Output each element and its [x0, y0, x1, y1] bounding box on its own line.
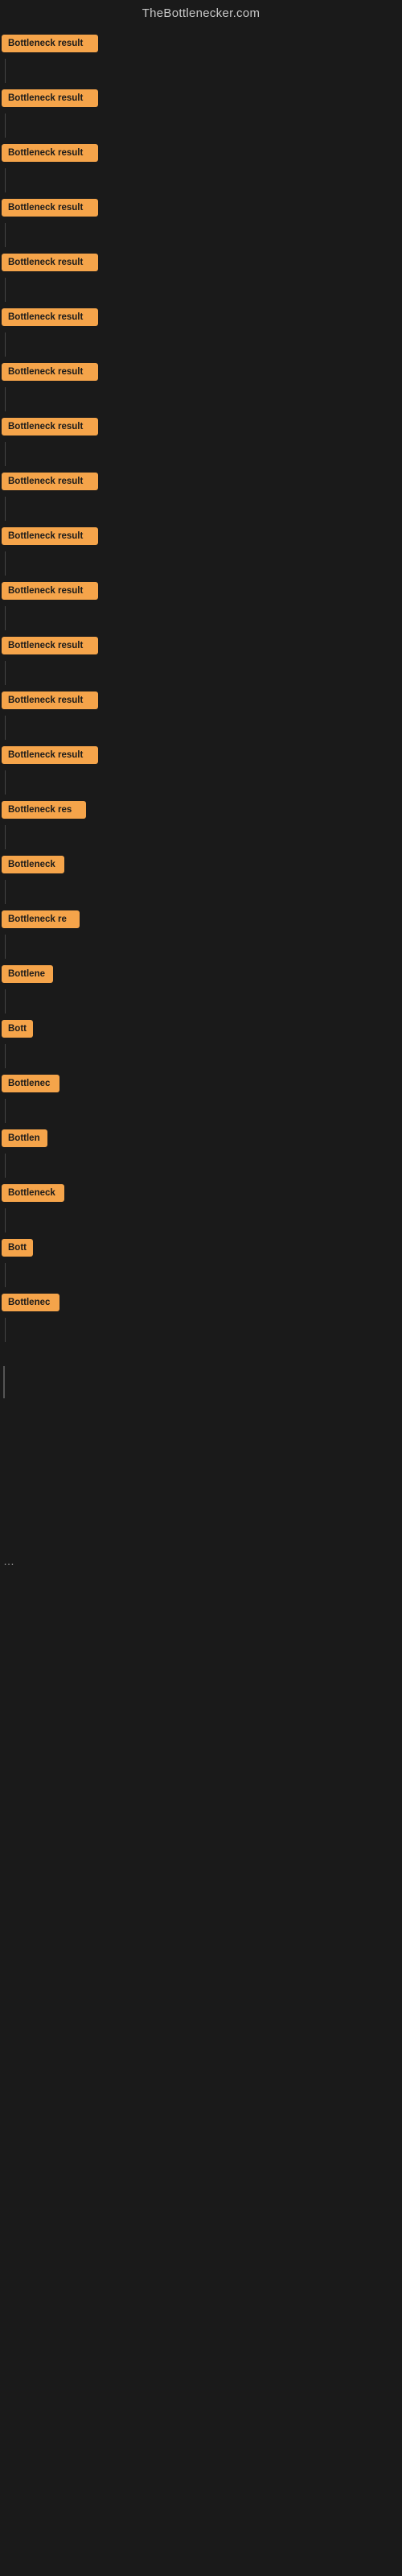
- bottleneck-row: Bottlene: [2, 960, 402, 988]
- bottleneck-badge[interactable]: Bottleneck result: [2, 254, 98, 271]
- bottleneck-row: Bottleneck result: [2, 85, 402, 112]
- bottleneck-badge[interactable]: Bottleneck: [2, 856, 64, 873]
- vertical-indicator: [3, 1366, 5, 1398]
- bottleneck-badge[interactable]: Bottleneck result: [2, 144, 98, 162]
- bottleneck-badge[interactable]: Bottlenec: [2, 1075, 59, 1092]
- bottleneck-row: Bottlenec: [2, 1070, 402, 1097]
- bottleneck-badge[interactable]: Bottleneck result: [2, 473, 98, 490]
- bottleneck-row: Bottleneck result: [2, 632, 402, 659]
- bottleneck-badge[interactable]: Bott: [2, 1020, 33, 1038]
- bottleneck-badge[interactable]: Bottlenec: [2, 1294, 59, 1311]
- bottleneck-row: Bottleneck result: [2, 687, 402, 714]
- bottleneck-row: Bottleneck: [2, 851, 402, 878]
- bottleneck-badge[interactable]: Bottleneck result: [2, 746, 98, 764]
- bottleneck-badge[interactable]: Bottleneck result: [2, 199, 98, 217]
- bottleneck-row: Bottleneck result: [2, 194, 402, 221]
- bottleneck-row: Bottlenec: [2, 1289, 402, 1316]
- bottleneck-badge[interactable]: Bottleneck result: [2, 363, 98, 381]
- bottleneck-badge[interactable]: Bottleneck res: [2, 801, 86, 819]
- ellipsis-marker: …: [0, 1551, 402, 1571]
- bottleneck-row: Bottleneck res: [2, 796, 402, 824]
- bottleneck-badge[interactable]: Bottlene: [2, 965, 53, 983]
- bottleneck-badge[interactable]: Bottleneck result: [2, 308, 98, 326]
- bottleneck-badge[interactable]: Bottleneck result: [2, 527, 98, 545]
- bottleneck-row: Bottleneck: [2, 1179, 402, 1207]
- bottleneck-row: Bottlen: [2, 1125, 402, 1152]
- site-title: TheBottlenecker.com: [142, 6, 260, 20]
- ellipsis-text: …: [3, 1554, 14, 1567]
- bottleneck-row: Bott: [2, 1015, 402, 1042]
- bottleneck-row: Bottleneck result: [2, 741, 402, 769]
- bottleneck-list: Bottleneck result Bottleneck result Bott…: [0, 30, 402, 1342]
- bottleneck-row: Bottleneck result: [2, 522, 402, 550]
- bottleneck-badge[interactable]: Bottleneck result: [2, 582, 98, 600]
- bottleneck-badge[interactable]: Bottleneck: [2, 1184, 64, 1202]
- bottleneck-row: Bottleneck result: [2, 30, 402, 57]
- bottleneck-badge[interactable]: Bottleneck result: [2, 637, 98, 654]
- bottleneck-badge[interactable]: Bottleneck result: [2, 35, 98, 52]
- bottleneck-row: Bott: [2, 1234, 402, 1261]
- bottleneck-row: Bottleneck result: [2, 139, 402, 167]
- bottleneck-badge[interactable]: Bottlen: [2, 1129, 47, 1147]
- bottleneck-badge[interactable]: Bottleneck result: [2, 418, 98, 436]
- bottleneck-badge[interactable]: Bottleneck result: [2, 89, 98, 107]
- bottleneck-row: Bottleneck re: [2, 906, 402, 933]
- bottleneck-row: Bottleneck result: [2, 358, 402, 386]
- bottleneck-badge[interactable]: Bottleneck re: [2, 910, 80, 928]
- bottleneck-row: Bottleneck result: [2, 413, 402, 440]
- bottleneck-row: Bottleneck result: [2, 468, 402, 495]
- bottleneck-row: Bottleneck result: [2, 577, 402, 605]
- bottleneck-badge[interactable]: Bott: [2, 1239, 33, 1257]
- bottleneck-row: Bottleneck result: [2, 249, 402, 276]
- site-header: TheBottlenecker.com: [0, 0, 402, 30]
- bottleneck-row: Bottleneck result: [2, 303, 402, 331]
- bottleneck-badge[interactable]: Bottleneck result: [2, 691, 98, 709]
